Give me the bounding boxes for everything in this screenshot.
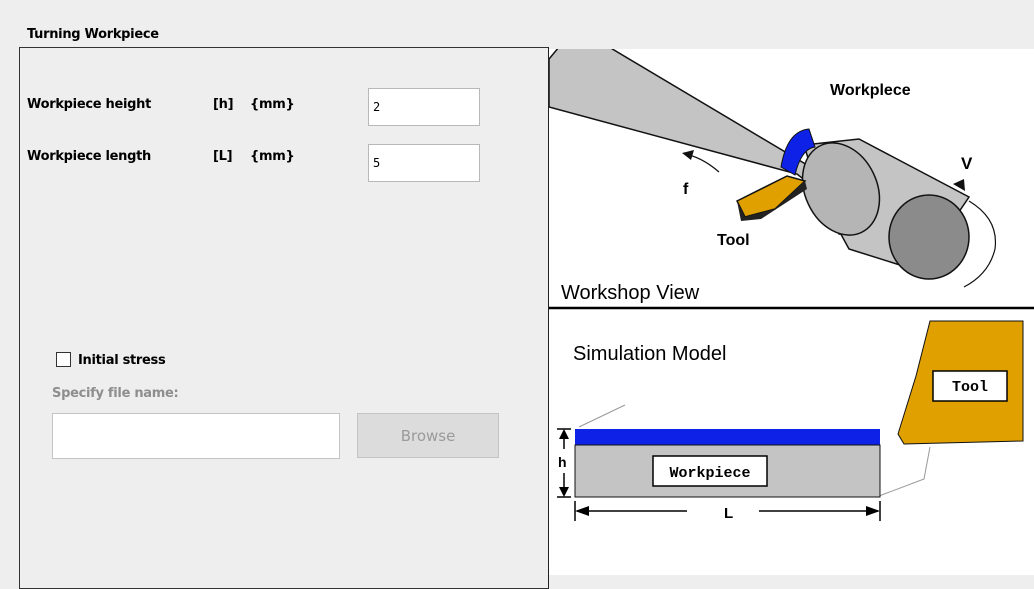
height-label: Workpiece height bbox=[27, 97, 151, 112]
h-label: h bbox=[558, 454, 567, 470]
workpiece-model-label: Workpiece bbox=[669, 465, 750, 482]
velocity-label: V bbox=[961, 154, 973, 173]
section-title: Turning Workpiece bbox=[27, 27, 159, 42]
file-name-input[interactable] bbox=[52, 413, 340, 459]
workpiece-model: Workpiece bbox=[574, 429, 881, 498]
turning-diagram: Workplece f V Tool Workshop View Simulat… bbox=[549, 49, 1034, 575]
file-name-label: Specify file name: bbox=[52, 386, 179, 401]
height-input[interactable] bbox=[368, 88, 480, 126]
length-unit: {mm} bbox=[250, 149, 295, 164]
initial-stress-checkbox[interactable] bbox=[56, 352, 71, 367]
browse-button[interactable]: Browse bbox=[357, 413, 499, 458]
length-label: Workpiece length bbox=[27, 149, 151, 164]
length-symbol: [L] bbox=[213, 149, 233, 164]
simulation-model-label: Simulation Model bbox=[573, 343, 726, 365]
workshop-view-label: Workshop View bbox=[561, 282, 700, 304]
settings-panel bbox=[19, 47, 549, 589]
tool-model-label: Tool bbox=[952, 379, 988, 396]
height-symbol: [h] bbox=[213, 97, 234, 112]
feed-label: f bbox=[683, 181, 689, 198]
length-input[interactable] bbox=[368, 144, 480, 182]
initial-stress-label: Initial stress bbox=[78, 353, 166, 368]
height-unit: {mm} bbox=[250, 97, 295, 112]
workpiece-top-label: Workplece bbox=[830, 82, 911, 99]
L-label: L bbox=[724, 505, 733, 522]
tool-top-label: Tool bbox=[717, 232, 750, 249]
